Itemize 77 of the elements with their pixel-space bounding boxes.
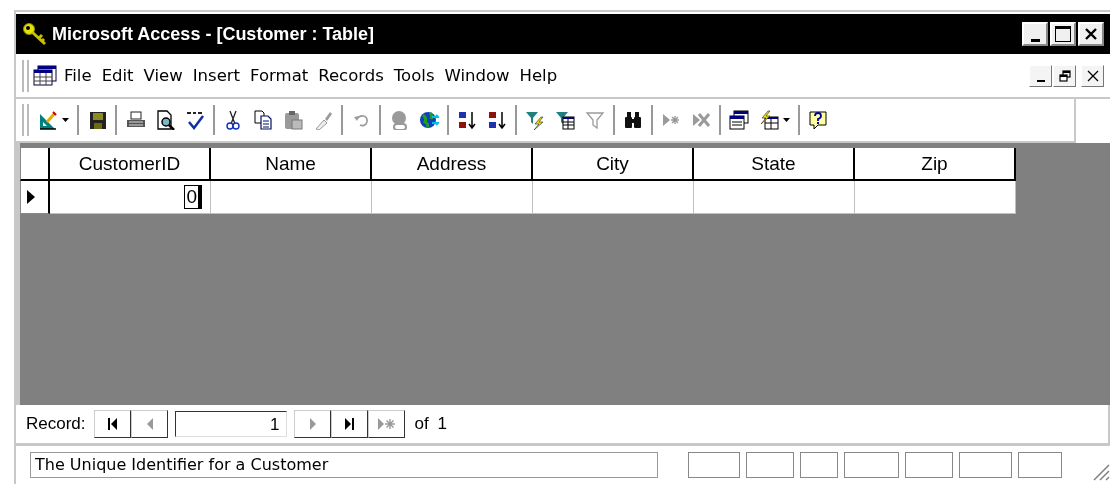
status-panel xyxy=(959,452,1012,478)
table-cell[interactable] xyxy=(694,181,855,214)
toolbar-grip[interactable] xyxy=(22,104,29,136)
menu-item[interactable]: Insert xyxy=(189,66,248,85)
close-icon xyxy=(1085,28,1097,40)
funnel-grid-icon xyxy=(555,110,575,130)
menu-item[interactable]: Edit xyxy=(98,66,141,85)
minimize-button[interactable] xyxy=(1022,22,1048,46)
restore-icon xyxy=(1058,69,1071,82)
status-panel xyxy=(1018,452,1062,478)
column-header[interactable]: CustomerID xyxy=(50,148,211,181)
select-all-corner[interactable] xyxy=(20,148,50,181)
table-cell[interactable]: 0 xyxy=(50,181,211,214)
column-header[interactable]: Address xyxy=(372,148,533,181)
menu-item[interactable]: Format xyxy=(247,66,316,85)
scissors-icon xyxy=(223,110,243,130)
record-label: Record: xyxy=(26,414,86,434)
window-title: Microsoft Access - [Customer : Table] xyxy=(52,23,376,45)
globe-chain-icon xyxy=(389,110,409,130)
last-record-button[interactable] xyxy=(330,410,368,438)
new-record-icon xyxy=(376,416,396,432)
paintbrush-icon xyxy=(313,110,333,130)
maximize-button[interactable] xyxy=(1050,22,1076,46)
help-icon xyxy=(808,110,828,130)
magnifier-page-icon xyxy=(155,110,175,130)
menu-item[interactable]: View xyxy=(140,66,190,85)
status-panel xyxy=(688,452,740,478)
column-header[interactable]: Name xyxy=(211,148,372,181)
current-row-icon xyxy=(27,190,35,204)
row-selector[interactable] xyxy=(20,181,50,214)
table-cell[interactable] xyxy=(533,181,694,214)
lightning-grid-icon xyxy=(759,110,779,130)
status-panel xyxy=(844,452,899,478)
record-count: of 1 xyxy=(414,414,447,434)
funnel-lightning-icon xyxy=(525,110,545,130)
cell-value: 0 xyxy=(184,185,202,209)
close-button[interactable] xyxy=(1078,22,1104,46)
table-cell[interactable] xyxy=(855,181,1016,214)
delete-record-icon xyxy=(691,110,711,130)
record-number-field[interactable]: 1 xyxy=(174,411,287,437)
menu-item[interactable]: Help xyxy=(516,66,565,85)
column-header[interactable]: State xyxy=(694,148,855,181)
sort-ascending-icon xyxy=(457,110,477,130)
column-header[interactable]: Zip xyxy=(855,148,1016,181)
ruler-pencil-icon xyxy=(38,110,58,130)
status-panel xyxy=(800,452,838,478)
status-text: The Unique Identifier for a Customer xyxy=(30,452,658,478)
last-record-icon xyxy=(343,416,355,432)
binoculars-icon xyxy=(623,110,643,130)
menu-item[interactable]: Records xyxy=(315,66,391,85)
minimize-button[interactable] xyxy=(1029,64,1052,87)
checkmark-icon xyxy=(185,110,205,130)
first-record-button[interactable] xyxy=(93,410,131,438)
menu-item[interactable]: File xyxy=(61,66,99,85)
menu-item[interactable]: Tools xyxy=(390,66,442,85)
sort-descending-icon xyxy=(487,110,507,130)
dropdown-arrow-icon xyxy=(62,118,69,122)
table-cell[interactable] xyxy=(372,181,533,214)
toolbar-grip[interactable] xyxy=(22,59,29,92)
key-icon xyxy=(22,22,48,46)
funnel-icon xyxy=(585,110,605,130)
table-cell[interactable] xyxy=(211,181,372,214)
status-panel xyxy=(905,452,953,478)
close-icon xyxy=(1086,69,1099,82)
status-panel xyxy=(746,452,794,478)
dropdown-arrow-icon xyxy=(783,118,790,122)
table-icon xyxy=(33,64,57,87)
close-button[interactable] xyxy=(1081,64,1104,87)
globe-arrows-icon xyxy=(419,110,439,130)
first-record-icon xyxy=(106,416,118,432)
menu-item[interactable]: Window xyxy=(441,66,517,85)
windows-icon xyxy=(729,110,749,130)
clipboard-icon xyxy=(283,110,303,130)
printer-icon xyxy=(125,110,145,130)
column-header[interactable]: City xyxy=(533,148,694,181)
restore-button[interactable] xyxy=(1053,64,1076,87)
two-pages-icon xyxy=(253,110,273,130)
